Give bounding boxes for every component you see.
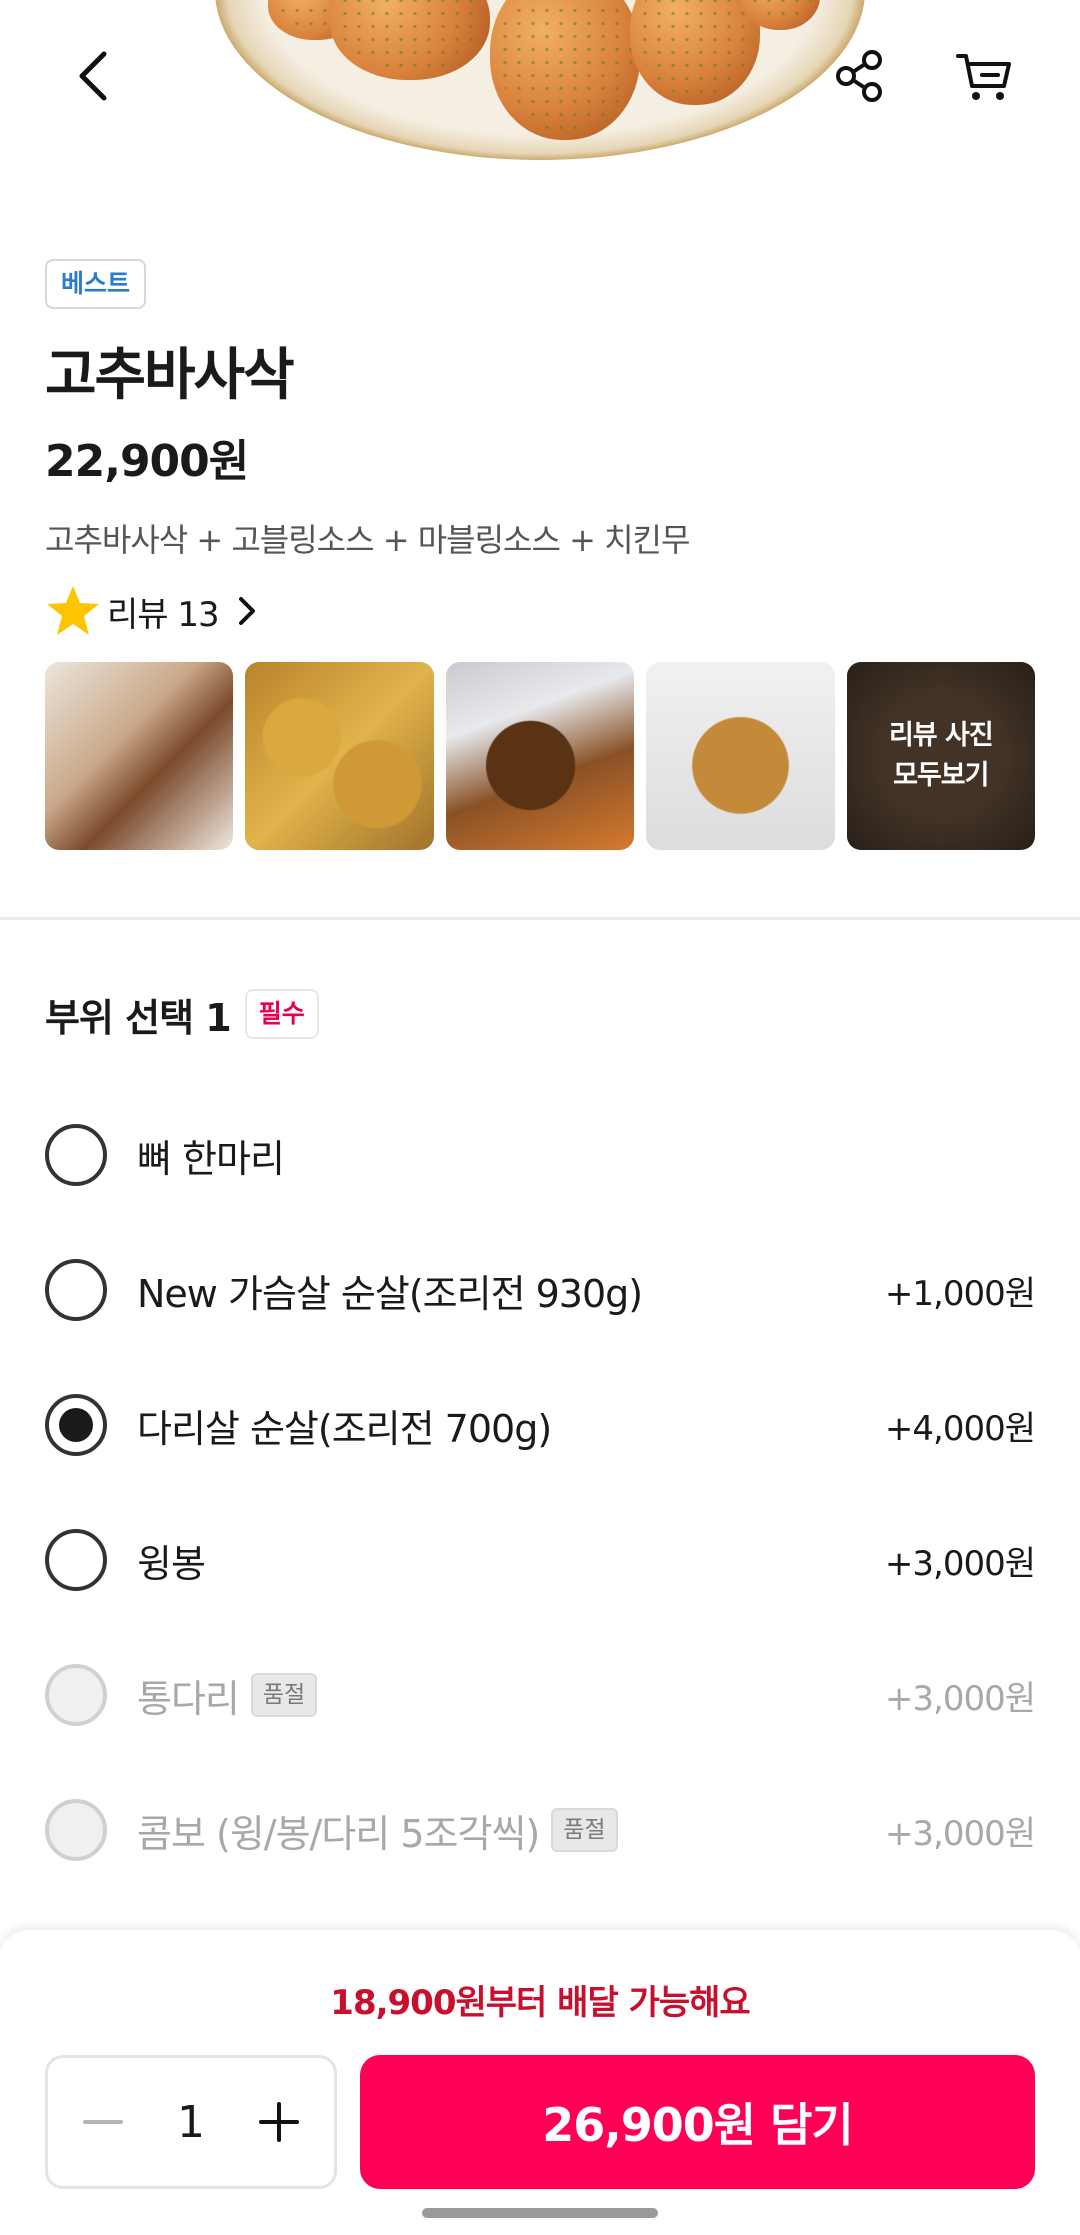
sold-out-badge: 품절 — [250, 1673, 318, 1717]
option-label: 뼈 한마리 — [137, 1136, 285, 1181]
product-description: 고추바사삭 + 고블링소스 + 마블링소스 + 치킨무 — [45, 521, 690, 559]
review-photo[interactable] — [245, 662, 434, 850]
option-label: 통다리 — [137, 1676, 240, 1721]
product-hero-image — [0, 0, 1080, 175]
radio-button[interactable] — [45, 1124, 107, 1186]
review-photo[interactable] — [445, 662, 635, 850]
star-icon — [47, 586, 99, 635]
option-price: +3,000원 — [884, 1813, 1036, 1854]
section-divider — [0, 917, 1080, 920]
radio-button-selected[interactable] — [45, 1394, 107, 1456]
option-radio-row[interactable]: 윙봉 +3,000원 — [45, 1520, 1036, 1600]
share-icon — [836, 50, 882, 102]
chevron-right-icon — [238, 597, 255, 625]
option-price: +4,000원 — [884, 1408, 1036, 1449]
cart-icon — [956, 54, 1011, 100]
chevron-left-icon — [79, 51, 107, 101]
home-indicator — [422, 2208, 658, 2218]
review-link[interactable]: 리뷰 13 — [45, 585, 265, 637]
option-radio-row[interactable]: New 가슴살 순살(조리전 930g) +1,000원 — [45, 1250, 1036, 1330]
minus-icon — [83, 2120, 123, 2124]
radio-button[interactable] — [45, 1259, 107, 1321]
option-price: +3,000원 — [884, 1543, 1036, 1584]
option-label: 콤보 (윙/봉/다리 5조각씩) — [137, 1811, 540, 1856]
option-radio-row[interactable]: 다리살 순살(조리전 700g) +4,000원 — [45, 1385, 1036, 1465]
option-label: 다리살 순살(조리전 700g) — [137, 1406, 552, 1451]
radio-button-disabled — [45, 1664, 107, 1726]
radio-button-disabled — [45, 1799, 107, 1861]
option-price: +1,000원 — [884, 1273, 1036, 1314]
share-button[interactable] — [816, 32, 904, 120]
back-button[interactable] — [50, 32, 138, 120]
plus-icon — [259, 2102, 299, 2142]
option-label: 윙봉 — [137, 1541, 206, 1586]
quantity-stepper: 1 — [45, 2055, 337, 2189]
add-to-cart-button[interactable]: 26,900원 담기 — [360, 2055, 1035, 2189]
option-radio-row[interactable]: 뼈 한마리 — [45, 1115, 1035, 1195]
increase-button[interactable] — [244, 2087, 314, 2157]
sold-out-badge: 품절 — [551, 1808, 618, 1852]
bottom-order-bar: 18,900원부터 배달 가능해요 1 26,900원 담기 — [0, 1930, 1080, 2235]
option-radio-row-disabled: 콤보 (윙/봉/다리 5조각씩) 품절 +3,000원 — [45, 1790, 1036, 1870]
best-badge: 베스트 — [45, 259, 147, 309]
option-group-header: 부위 선택 1 필수 — [45, 988, 319, 1040]
required-badge: 필수 — [244, 989, 319, 1039]
review-photo[interactable] — [646, 662, 835, 850]
view-all-label: 리뷰 사진 모두보기 — [888, 720, 994, 791]
review-count: 리뷰 13 — [107, 594, 220, 635]
review-photo-strip: 리뷰 사진 모두보기 — [45, 662, 1036, 850]
option-group-title: 부위 선택 1 — [45, 995, 232, 1040]
quantity-value: 1 — [177, 2096, 205, 2148]
option-label: New 가슴살 순살(조리전 930g) — [137, 1271, 643, 1316]
option-radio-row-disabled: 통다리 품절 +3,000원 — [45, 1655, 1036, 1735]
view-all-review-photos[interactable]: 리뷰 사진 모두보기 — [846, 662, 1036, 850]
min-order-notice: 18,900원부터 배달 가능해요 — [330, 1983, 750, 2023]
cart-button[interactable] — [940, 32, 1028, 120]
product-price: 22,900원 — [45, 436, 249, 487]
option-price: +3,000원 — [884, 1678, 1036, 1719]
product-title: 고추바사삭 — [45, 343, 295, 408]
review-photo[interactable] — [45, 662, 234, 850]
radio-button[interactable] — [45, 1529, 107, 1591]
decrease-button[interactable] — [68, 2087, 138, 2157]
